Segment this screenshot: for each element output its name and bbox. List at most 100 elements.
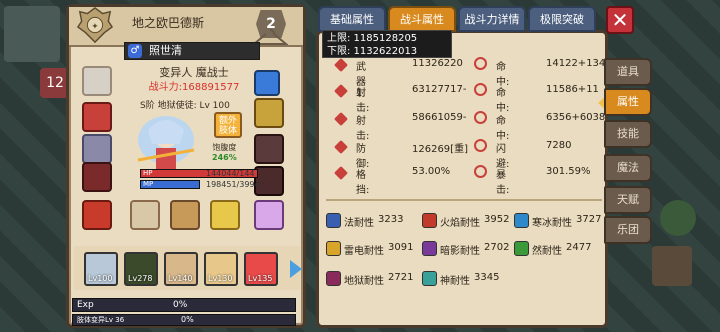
stat-value: 63127717-	[412, 84, 467, 95]
side-menu-skills[interactable]: 技能	[604, 120, 652, 148]
stat-label-2: 暴击:	[496, 170, 510, 196]
equip-slot-helmet[interactable]	[82, 66, 112, 96]
skill-slot-3[interactable]: Lv140	[164, 252, 198, 286]
resistance-value: 2702	[484, 242, 510, 253]
stat-value-2: 14122+134	[546, 58, 606, 69]
class-emblem-icon: ✦	[76, 7, 114, 44]
stat-label: 射击:	[356, 88, 370, 114]
character-name: 照世清	[124, 42, 260, 60]
resistance-icon	[514, 241, 529, 256]
male-icon: ♂	[128, 44, 142, 58]
resistance-label: 地狱耐性	[344, 276, 384, 287]
power-value: 战斗力:168891577	[148, 82, 240, 93]
extra-body-button[interactable]: 额外 肢体	[214, 112, 242, 138]
damage-tooltip: 上限: 1185128205 下限: 1132622013	[322, 30, 452, 58]
resistance-icon	[514, 213, 529, 228]
mp-value: 198451/3994	[206, 180, 260, 189]
resistance-icon	[422, 271, 437, 286]
resistance-value: 2477	[566, 242, 592, 253]
weapon-slot-1[interactable]	[130, 200, 160, 230]
close-icon: ✕	[611, 8, 629, 32]
mp-label: MP	[143, 180, 154, 188]
tab-basic-stats[interactable]: 基础属性	[318, 6, 386, 32]
equip-slot-armor[interactable]	[82, 134, 112, 164]
satiety: 饱腹度 246%	[212, 143, 237, 162]
hp-label: HP	[143, 169, 153, 177]
target-icon	[474, 111, 487, 124]
side-menu-magic[interactable]: 魔法	[604, 154, 652, 182]
body-change-value: 0%	[181, 315, 194, 324]
mp-bar: MP	[140, 180, 200, 189]
stats-divider	[326, 199, 602, 201]
resistance-label: 寒冰耐性	[532, 218, 572, 229]
exp-value: 0%	[173, 300, 188, 310]
tab-limit-break[interactable]: 极限突破	[528, 6, 596, 32]
exp-label: Exp	[77, 300, 94, 310]
equip-slot-boots[interactable]	[82, 200, 112, 230]
dodge-icon	[474, 139, 487, 152]
skill-slot-4[interactable]: Lv130	[204, 252, 238, 286]
skill-level: Lv135	[248, 274, 273, 283]
tab-battle-stats[interactable]: 战斗属性	[388, 6, 456, 32]
resistance-icon	[422, 213, 437, 228]
skill-slot-5[interactable]: Lv135	[244, 252, 278, 286]
body-change-label: 肢体变异Lv 36	[77, 316, 125, 324]
stat-value: 53.00%	[412, 166, 451, 177]
stat-value-2: 11586+11	[546, 84, 599, 95]
bg-tile-left-top	[4, 6, 60, 62]
close-button[interactable]: ✕	[606, 6, 634, 34]
resistance-icon	[422, 241, 437, 256]
skill-level: Lv130	[208, 274, 233, 283]
skill-level: Lv140	[168, 274, 193, 283]
skill-next-arrow-icon[interactable]	[290, 260, 302, 278]
weapon-slot-3[interactable]	[210, 200, 240, 230]
resistance-icon	[326, 213, 341, 228]
tab-power-details[interactable]: 战斗力详情	[458, 6, 526, 32]
side-menu-attributes[interactable]: 属性	[604, 88, 652, 116]
skill-level: Lv100	[88, 274, 113, 283]
resistance-label: 暗影耐性	[440, 246, 480, 257]
stat-value: 11326220	[412, 58, 463, 69]
resistance-value: 2721	[388, 272, 414, 283]
side-menu-talent[interactable]: 天赋	[604, 186, 652, 214]
hp-value: 144044/144	[206, 169, 255, 178]
skill-slot-1[interactable]: Lv100	[84, 252, 118, 286]
stat-value-2: 6356+6038	[546, 112, 606, 123]
stat-label-2: 命中:	[496, 116, 510, 142]
side-menu-band[interactable]: 乐团	[604, 216, 652, 244]
equip-slot-shoulder[interactable]	[254, 134, 284, 164]
resistance-label: 神耐性	[440, 276, 470, 287]
bg-tile-right-2	[652, 246, 692, 286]
map-title: 地之欧巴德斯	[132, 16, 205, 30]
svg-text:✦: ✦	[91, 22, 98, 32]
tooltip-lower: 下限: 1132622013	[327, 46, 418, 57]
weapon-slot-2[interactable]	[170, 200, 200, 230]
resistance-value: 3091	[388, 242, 414, 253]
equip-slot-belt[interactable]	[82, 162, 112, 192]
resistance-value: 3727	[576, 214, 602, 225]
stat-label: 射击:	[356, 116, 370, 142]
tooltip-upper: 上限: 1185128205	[327, 33, 418, 44]
equip-slot-offhand[interactable]	[254, 98, 284, 128]
resistance-label: 雷电耐性	[344, 246, 384, 257]
target-icon	[474, 57, 487, 70]
stat-label-2: 命中:	[496, 88, 510, 114]
stat-value: 58661059-	[412, 112, 467, 123]
resistance-label: 法耐性	[344, 218, 374, 229]
resistance-value: 3233	[378, 214, 404, 225]
equip-slot-cape[interactable]	[82, 102, 112, 132]
body-change-bar: 肢体变异Lv 36 0%	[72, 314, 296, 326]
skill-slot-2[interactable]: Lv278	[124, 252, 158, 286]
target-icon	[474, 83, 487, 96]
side-menu-items[interactable]: 道具	[604, 58, 652, 86]
resistance-icon	[326, 271, 341, 286]
equip-slot-pet[interactable]	[254, 200, 284, 230]
stat-value-2: 7280	[546, 140, 572, 151]
resistance-value: 3345	[474, 272, 500, 283]
equip-slot-accessory-blue[interactable]	[254, 70, 280, 96]
stat-value-2: 301.59%	[546, 166, 591, 177]
stat-label: 格挡:	[356, 170, 370, 196]
bg-tile-right	[660, 200, 696, 236]
resistance-icon	[326, 241, 341, 256]
resistance-value: 3952	[484, 214, 510, 225]
